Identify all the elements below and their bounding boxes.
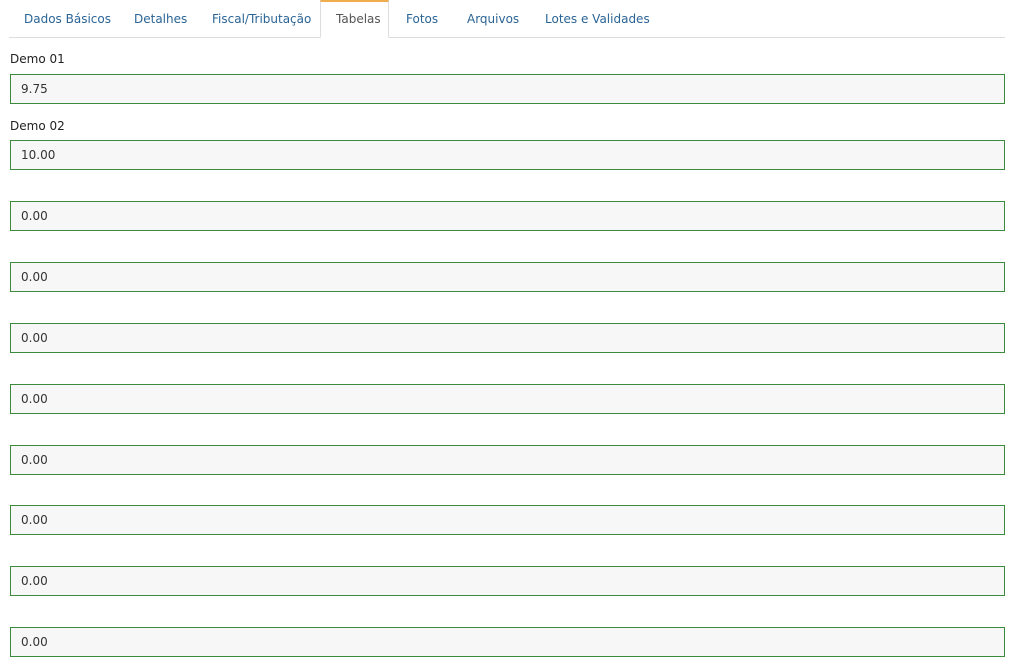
tab-detalhes[interactable]: Detalhes (119, 0, 202, 38)
field-label-demo-02: Demo 02 (10, 119, 65, 133)
tab-tabelas[interactable]: Tabelas (320, 0, 389, 38)
tab-dados-basicos[interactable]: Dados Básicos (9, 0, 126, 38)
demo-01-input[interactable] (10, 74, 1005, 104)
price-input-7[interactable] (10, 445, 1005, 475)
price-input-4[interactable] (10, 262, 1005, 292)
field-label-demo-01: Demo 01 (10, 52, 65, 66)
price-input-6[interactable] (10, 384, 1005, 414)
price-input-3[interactable] (10, 201, 1005, 231)
price-input-9[interactable] (10, 566, 1005, 596)
tab-fotos[interactable]: Fotos (391, 0, 453, 38)
tab-arquivos[interactable]: Arquivos (452, 0, 534, 38)
price-input-10[interactable] (10, 627, 1005, 657)
tab-bar: Dados Básicos Detalhes Fiscal/Tributação… (9, 0, 1005, 38)
price-input-8[interactable] (10, 505, 1005, 535)
price-input-5[interactable] (10, 323, 1005, 353)
tab-fiscal-tributacao[interactable]: Fiscal/Tributação (197, 0, 326, 38)
demo-02-input[interactable] (10, 140, 1005, 170)
tab-lotes-e-validades[interactable]: Lotes e Validades (530, 0, 665, 38)
